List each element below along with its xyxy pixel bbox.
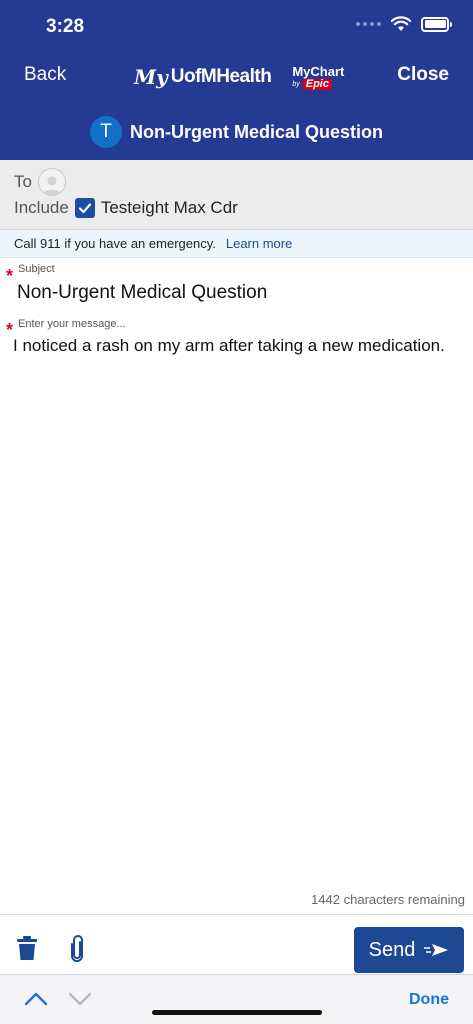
logo-org: UofMHealth	[170, 66, 272, 87]
chevron-up-icon[interactable]	[24, 991, 48, 1007]
close-button[interactable]: Close	[397, 64, 449, 86]
chars-remaining: 1442 characters remaining	[311, 892, 465, 907]
recipients-section: To	[0, 160, 473, 230]
send-label: Send	[368, 938, 416, 961]
emergency-text: Call 911 if you have an emergency.	[14, 236, 216, 251]
trash-icon[interactable]	[16, 935, 38, 961]
home-indicator	[152, 1010, 322, 1015]
include-name: Testeight Max Cdr	[100, 198, 238, 217]
battery-icon	[421, 16, 452, 32]
include-label: Include	[14, 198, 69, 217]
emergency-banner: Call 911 if you have an emergency. Learn…	[0, 230, 473, 258]
include-checkbox[interactable]	[74, 198, 95, 218]
message-required-mark: *	[6, 320, 14, 340]
paperclip-icon[interactable]	[68, 935, 86, 963]
logo-epic-text: Epic	[302, 78, 332, 90]
logo-by-text: by	[292, 80, 300, 88]
logo-my: My	[134, 65, 168, 89]
back-button[interactable]: Back	[24, 64, 66, 86]
status-icons	[356, 16, 452, 32]
header-bar: 3:28 Back My UofMHealth MyChart by Epic …	[0, 0, 473, 160]
logo-mychart-text: MyChart	[292, 63, 345, 79]
checkmark-icon	[78, 203, 91, 214]
wifi-icon	[391, 16, 411, 31]
to-row: To	[14, 168, 66, 196]
signal-icon	[356, 22, 381, 26]
compose-toolbar: Send	[0, 914, 473, 974]
page-title: T Non-Urgent Medical Question	[0, 115, 473, 149]
subject-required-mark: *	[6, 266, 14, 286]
message-placeholder: Enter your message...	[18, 318, 126, 330]
subject-label: Subject	[18, 263, 55, 275]
title-avatar: T	[89, 116, 122, 148]
mychart-logo: MyChart by Epic	[292, 65, 344, 90]
include-row: Include Testeight Max Cdr	[14, 198, 238, 218]
status-time: 3:28	[46, 16, 85, 37]
done-button[interactable]: Done	[409, 991, 449, 1009]
app-logo: My UofMHealth MyChart by Epic	[134, 58, 344, 96]
send-button[interactable]: Send	[354, 927, 464, 973]
send-arrow-icon	[424, 944, 449, 956]
message-input[interactable]: I noticed a rash on my arm after taking …	[13, 332, 453, 360]
subject-input[interactable]: Non-Urgent Medical Question	[17, 282, 267, 304]
chevron-down-icon[interactable]	[68, 991, 92, 1007]
recipient-avatar-icon[interactable]	[37, 168, 66, 196]
keyboard-accessory-bar: Done	[0, 974, 473, 1024]
learn-more-link[interactable]: Learn more	[226, 236, 292, 251]
to-label: To	[14, 172, 32, 191]
page-title-text: Non-Urgent Medical Question	[129, 121, 383, 142]
